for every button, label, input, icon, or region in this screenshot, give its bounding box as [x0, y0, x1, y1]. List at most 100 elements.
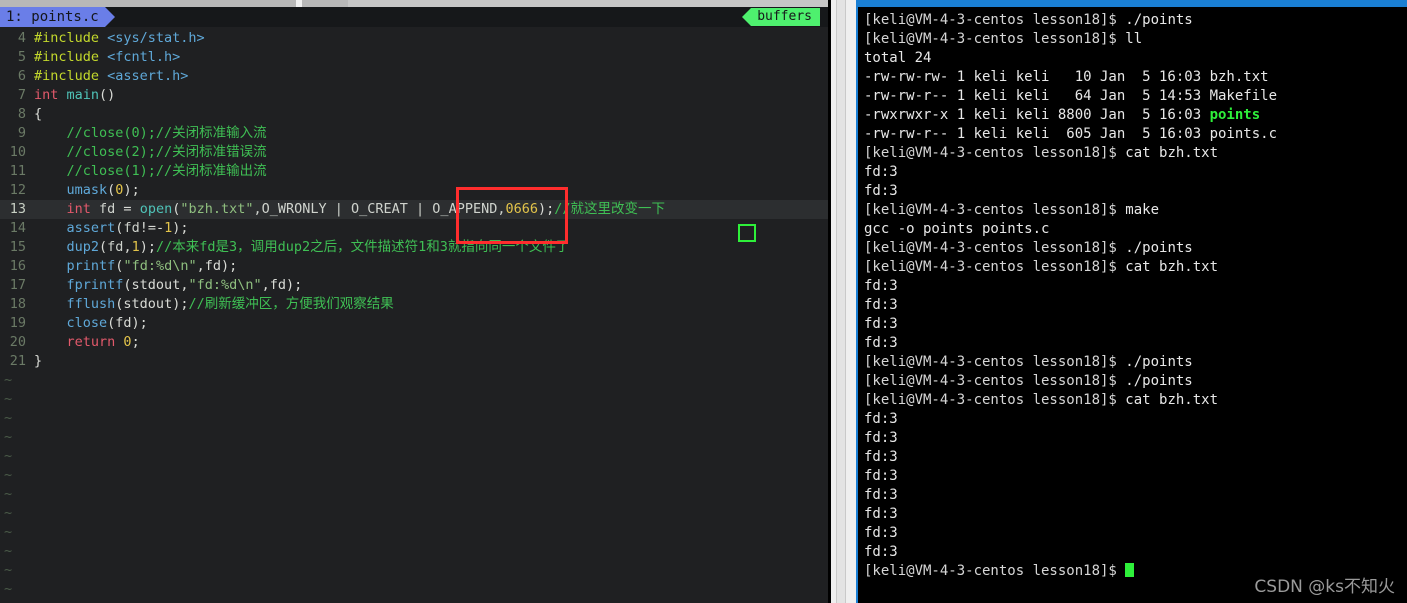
- code-line[interactable]: 21}: [0, 352, 828, 371]
- code-token: ,O_WRONLY | O_CREAT | O_APPEND,: [253, 201, 506, 217]
- terminal-pane[interactable]: [keli@VM-4-3-centos lesson18]$ ./points[…: [856, 0, 1407, 603]
- code-token: {: [34, 106, 43, 122]
- terminal-segment: cat bzh.txt: [1125, 392, 1219, 408]
- buffers-tab[interactable]: buffers: [742, 8, 820, 26]
- line-number: 9: [17, 125, 26, 141]
- code-text: {: [34, 105, 42, 124]
- code-token: !=-: [139, 220, 165, 236]
- code-text: //close(1);//关闭标准输出流: [34, 162, 267, 181]
- terminal-segment: fd:3: [864, 525, 898, 541]
- line-number: 15: [9, 239, 26, 255]
- code-token: #include: [34, 49, 108, 65]
- code-line[interactable]: 7 int main(): [0, 86, 828, 105]
- terminal-line: [keli@VM-4-3-centos lesson18]$ ./points: [864, 353, 1407, 372]
- code-token: (stdout);: [115, 296, 189, 312]
- vim-tilde: ~: [4, 429, 13, 445]
- terminal-segment: fd:3: [864, 278, 898, 294]
- terminal-line: -rwxrwxr-x 1 keli keli 8800 Jan 5 16:03 …: [864, 106, 1407, 125]
- code-line[interactable]: 17 fprintf(stdout,"fd:%d\n",fd);: [0, 276, 828, 295]
- terminal-line: [keli@VM-4-3-centos lesson18]$ cat bzh.t…: [864, 144, 1407, 163]
- code-line[interactable]: 6 #include <assert.h>: [0, 67, 828, 86]
- terminal-line: fd:3: [864, 524, 1407, 543]
- terminal-segment: [keli@VM-4-3-centos lesson18]$: [864, 392, 1126, 408]
- code-line[interactable]: 14 assert(fd!=-1);: [0, 219, 828, 238]
- code-line[interactable]: 11 //close(1);//关闭标准输出流: [0, 162, 828, 181]
- terminal-line: fd:3: [864, 486, 1407, 505]
- code-token: #include: [34, 68, 108, 84]
- window-scrollbar[interactable]: [828, 0, 856, 603]
- code-line[interactable]: 8{: [0, 105, 828, 124]
- code-token: ,: [123, 239, 132, 255]
- code-line[interactable]: 15 dup2(fd,1);//本来fd是3，调用dup2之后，文件描述符1和3…: [0, 238, 828, 257]
- code-text: //close(0);//关闭标准输入流: [34, 124, 267, 143]
- code-token: close: [66, 315, 108, 331]
- terminal-line: gcc -o points points.c: [864, 220, 1407, 239]
- line-number: 21: [9, 353, 26, 369]
- code-token: );: [139, 239, 156, 255]
- code-line[interactable]: 12 umask(0);: [0, 181, 828, 200]
- code-token: //close(2);//关闭标准错误流: [34, 144, 267, 160]
- scrollbar-track[interactable]: [836, 0, 846, 603]
- code-line[interactable]: 5 #include <fcntl.h>: [0, 48, 828, 67]
- code-token: //close(0);//关闭标准输入流: [34, 125, 267, 141]
- code-token: <fcntl.h>: [107, 49, 181, 65]
- code-line[interactable]: 13 int fd = open("bzh.txt",O_WRONLY | O_…: [0, 200, 828, 219]
- vim-tilde: ~: [4, 524, 13, 540]
- terminal-output[interactable]: [keli@VM-4-3-centos lesson18]$ ./points[…: [858, 7, 1407, 581]
- code-token: umask: [66, 182, 108, 198]
- code-token: ,fd);: [196, 258, 238, 274]
- vim-tilde: ~: [4, 372, 13, 388]
- line-number: 12: [9, 182, 26, 198]
- code-line[interactable]: 18 fflush(stdout);//刷新缓冲区，方便我们观察结果: [0, 295, 828, 314]
- code-line[interactable]: 19 close(fd);: [0, 314, 828, 333]
- code-line[interactable]: 16 printf("fd:%d\n",fd);: [0, 257, 828, 276]
- terminal-segment: ./points: [1125, 240, 1193, 256]
- code-text: close(fd);: [34, 314, 148, 333]
- line-number: 6: [17, 68, 26, 84]
- terminal-line: fd:3: [864, 448, 1407, 467]
- code-line[interactable]: 9 //close(0);//关闭标准输入流: [0, 124, 828, 143]
- vim-tilde: ~: [4, 562, 13, 578]
- terminal-segment: fd:3: [864, 164, 898, 180]
- terminal-line: fd:3: [864, 410, 1407, 429]
- code-token: "fd:%d\n": [188, 277, 262, 293]
- terminal-line: [keli@VM-4-3-centos lesson18]$ cat bzh.t…: [864, 391, 1407, 410]
- code-token: dup2: [66, 239, 100, 255]
- line-number: 17: [9, 277, 26, 293]
- code-token: 1: [131, 239, 140, 255]
- code-text: fprintf(stdout,"fd:%d\n",fd);: [34, 276, 303, 295]
- code-line[interactable]: 20 return 0;: [0, 333, 828, 352]
- tab-points-c[interactable]: 1: points.c: [0, 7, 115, 27]
- terminal-segment: fd:3: [864, 297, 898, 313]
- code-line[interactable]: 4 #include <sys/stat.h>: [0, 29, 828, 48]
- terminal-segment: fd:3: [864, 506, 898, 522]
- code-text: dup2(fd,1);//本来fd是3，调用dup2之后，文件描述符1和3就指向…: [34, 238, 570, 257]
- code-line[interactable]: 10 //close(2);//关闭标准错误流: [0, 143, 828, 162]
- csdn-watermark: CSDN @ks不知火: [1254, 577, 1395, 597]
- code-token: 1: [164, 220, 173, 236]
- screen-root: 1: points.c buffers 4 #include <sys/stat.…: [0, 0, 1407, 603]
- terminal-segment: fd:3: [864, 468, 898, 484]
- code-token: fd: [107, 239, 124, 255]
- code-area[interactable]: 4 #include <sys/stat.h> 5 #include <fcntl.h…: [0, 27, 828, 599]
- terminal-segment: ./points: [1125, 373, 1193, 389]
- line-number: 18: [9, 296, 26, 312]
- terminal-segment: cat bzh.txt: [1125, 259, 1219, 275]
- terminal-segment: fd:3: [864, 487, 898, 503]
- terminal-segment: [keli@VM-4-3-centos lesson18]$: [864, 31, 1126, 47]
- terminal-segment: make: [1125, 202, 1160, 218]
- terminal-segment: fd:3: [864, 316, 898, 332]
- vim-tilde: ~: [4, 505, 13, 521]
- terminal-line: [keli@VM-4-3-centos lesson18]$ ./points: [864, 372, 1407, 391]
- code-text: }: [34, 352, 42, 371]
- line-number: 4: [17, 30, 26, 46]
- terminal-segment: -rw-rw-r-- 1 keli keli 64 Jan 5 14:53 Ma…: [864, 88, 1278, 104]
- vim-tilde: ~: [4, 467, 13, 483]
- terminal-segment: fd:3: [864, 335, 898, 351]
- terminal-cursor: [1125, 563, 1135, 577]
